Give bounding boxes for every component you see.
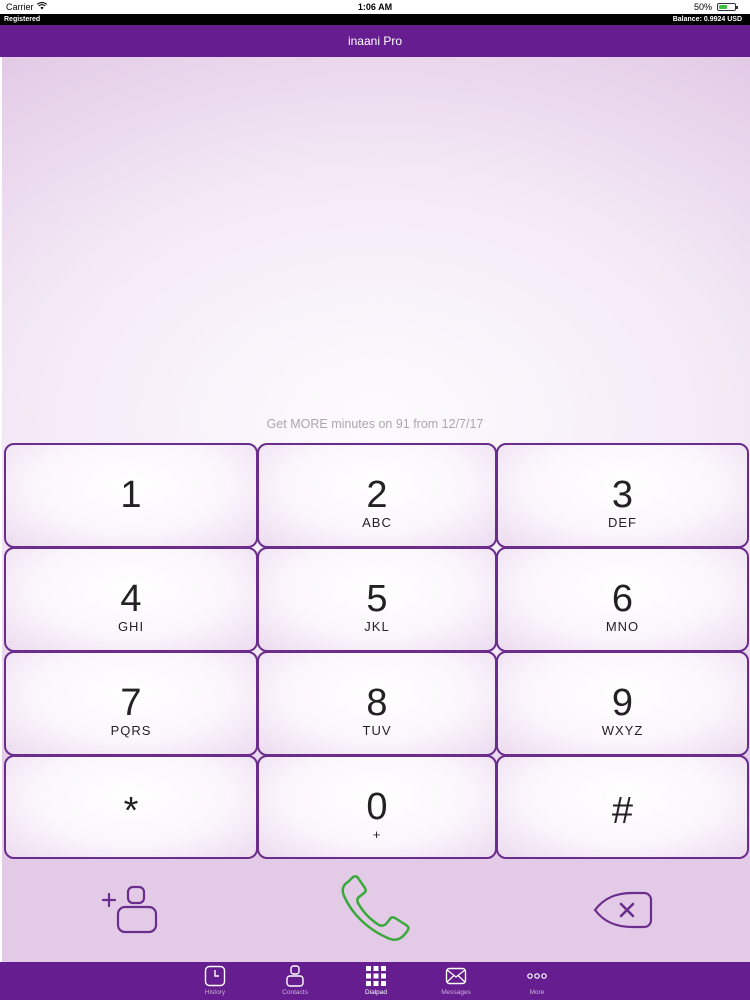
key-6[interactable]: 6 MNO [496, 547, 749, 652]
more-icon [527, 973, 547, 979]
key-3[interactable]: 3 DEF [496, 443, 749, 548]
key-letters: JKL [364, 619, 390, 634]
key-digit: 2 [366, 474, 388, 516]
key-letters: TUV [362, 723, 392, 738]
key-digit: 5 [366, 578, 388, 620]
tab-dialpad[interactable]: Dialpad [341, 962, 411, 1000]
key-letters: DEF [608, 515, 637, 530]
key-5[interactable]: 5 JKL [257, 547, 497, 652]
key-digit: 4 [120, 578, 142, 620]
call-button[interactable] [338, 874, 414, 944]
promo-message: Get MORE minutes on 91 from 12/7/17 [266, 417, 484, 431]
tab-label: More [529, 989, 545, 996]
nav-bar: inaani Pro [0, 25, 750, 57]
app-title: inaani Pro [347, 34, 403, 48]
key-letters: WXYZ [601, 723, 644, 738]
envelope-icon [445, 967, 467, 985]
key-digit: # [611, 790, 634, 832]
tab-label: History [204, 989, 226, 996]
key-letters: GHI [117, 619, 145, 634]
tab-history[interactable]: History [180, 962, 250, 1000]
key-9[interactable]: 9 WXYZ [496, 651, 749, 756]
key-digit: 6 [611, 578, 634, 620]
battery-percent: 50% [693, 2, 712, 12]
tab-more[interactable]: More [502, 962, 572, 1000]
key-0[interactable]: 0 + [257, 755, 497, 859]
key-digit: 1 [120, 474, 142, 516]
tab-bar: History Contacts Dialpad Messages More [0, 962, 750, 1000]
tab-label: Dialpad [364, 989, 388, 996]
contact-icon [286, 965, 304, 987]
tab-label: Messages [441, 989, 471, 996]
key-7[interactable]: 7 PQRS [4, 651, 258, 756]
registration-status: Registered [4, 16, 41, 23]
backspace-icon[interactable] [592, 890, 654, 930]
key-letters: PQRS [110, 723, 152, 738]
key-digit: 0 [366, 786, 388, 828]
tab-contacts[interactable]: Contacts [260, 962, 330, 1000]
dialpad-icon [366, 966, 386, 986]
status-bar: Carrier 1:06 AM 50% [0, 0, 750, 14]
battery-icon [717, 3, 738, 11]
key-4[interactable]: 4 GHI [4, 547, 258, 652]
key-2[interactable]: 2 ABC [257, 443, 497, 548]
key-digit: 8 [366, 682, 388, 724]
clock-icon [204, 965, 226, 987]
tab-messages[interactable]: Messages [421, 962, 491, 1000]
account-info-bar: Registered Balance: 0.9924 USD [0, 14, 750, 25]
tab-label: Contacts [282, 989, 308, 996]
key-star[interactable]: * [4, 755, 258, 859]
key-digit: 7 [120, 682, 142, 724]
key-digit: 3 [611, 474, 634, 516]
key-digit: 9 [611, 682, 634, 724]
key-letters: + [372, 827, 382, 842]
key-letters: MNO [605, 619, 640, 634]
key-hash[interactable]: # [496, 755, 749, 859]
key-8[interactable]: 8 TUV [257, 651, 497, 756]
balance-label: Balance: 0.9924 USD [672, 16, 742, 23]
add-contact-icon[interactable] [100, 884, 160, 936]
key-digit: * [123, 790, 139, 832]
key-1[interactable]: 1 [4, 443, 258, 548]
key-letters: ABC [362, 515, 392, 530]
clock-time: 1:06 AM [357, 2, 393, 12]
